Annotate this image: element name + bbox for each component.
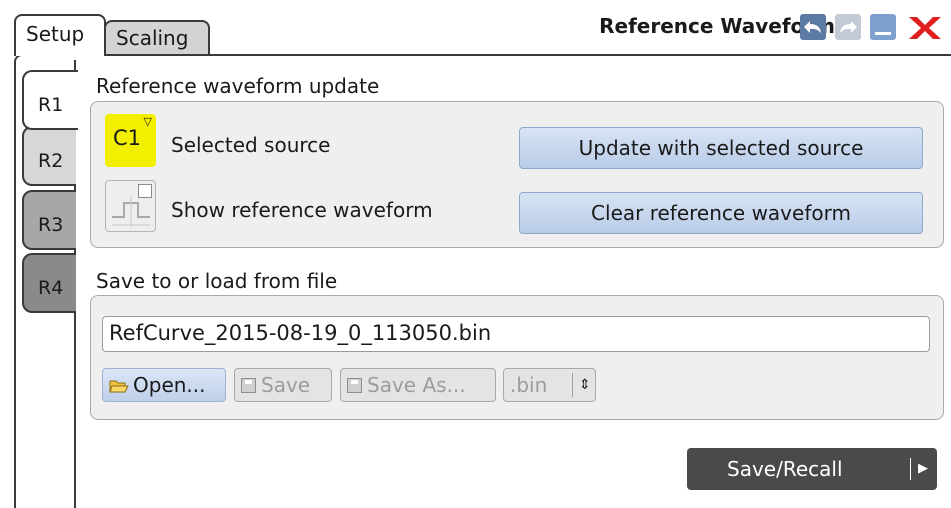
button-divider [910, 458, 911, 480]
side-tab-r1[interactable]: R1 [22, 70, 78, 130]
save-recall-label: Save/Recall [727, 457, 843, 481]
update-section-heading: Reference waveform update [96, 74, 380, 98]
minimize-button[interactable] [870, 14, 896, 40]
update-with-source-button[interactable]: Update with selected source [519, 127, 923, 169]
save-button[interactable]: Save [234, 368, 332, 402]
redo-button[interactable] [835, 14, 861, 40]
extension-select[interactable]: .bin ⇕ [503, 368, 596, 402]
minimize-icon [875, 32, 891, 35]
disk-icon [347, 378, 362, 393]
close-icon [909, 17, 941, 39]
spinner-arrows-icon: ⇕ [579, 377, 591, 393]
select-divider [572, 373, 573, 397]
show-waveform-label: Show reference waveform [171, 198, 433, 222]
file-path-input[interactable]: RefCurve_2015-08-19_0_113050.bin [102, 316, 930, 352]
side-tab-r3-label: R3 [38, 214, 64, 236]
source-chip-label: C1 [113, 126, 142, 150]
undo-icon [804, 21, 821, 33]
tab-scaling-label: Scaling [116, 26, 189, 50]
redo-icon [840, 21, 857, 33]
open-button-label: Open... [133, 373, 206, 397]
tab-setup[interactable]: Setup [14, 14, 106, 56]
open-button[interactable]: Open... [102, 368, 226, 402]
clear-waveform-button[interactable]: Clear reference waveform [519, 192, 923, 234]
save-recall-button[interactable]: Save/Recall ▶ [687, 448, 937, 490]
close-button[interactable] [905, 14, 945, 40]
side-tab-r2-label: R2 [38, 150, 64, 172]
save-button-label: Save [261, 373, 311, 397]
side-tab-r4-label: R4 [38, 277, 64, 299]
play-arrow-icon: ▶ [918, 461, 928, 476]
side-tab-r3[interactable]: R3 [22, 190, 76, 250]
side-tab-r2[interactable]: R2 [22, 126, 76, 186]
extension-value: .bin [510, 373, 548, 397]
save-as-button-label: Save As... [367, 373, 466, 397]
undo-button[interactable] [800, 14, 826, 40]
save-as-button[interactable]: Save As... [340, 368, 496, 402]
selected-source-label: Selected source [171, 133, 331, 157]
tab-setup-label: Setup [26, 22, 85, 46]
side-tab-r4[interactable]: R4 [22, 253, 76, 313]
side-tab-r1-label: R1 [38, 94, 64, 116]
folder-icon [109, 380, 129, 393]
show-waveform-toggle[interactable] [105, 180, 156, 232]
disk-icon [241, 378, 256, 393]
show-waveform-checkbox[interactable] [138, 184, 152, 198]
source-selector[interactable]: C1 ▽ [105, 114, 156, 167]
dropdown-triangle-icon: ▽ [143, 115, 152, 128]
file-section-heading: Save to or load from file [96, 269, 338, 293]
tab-scaling[interactable]: Scaling [104, 20, 210, 54]
